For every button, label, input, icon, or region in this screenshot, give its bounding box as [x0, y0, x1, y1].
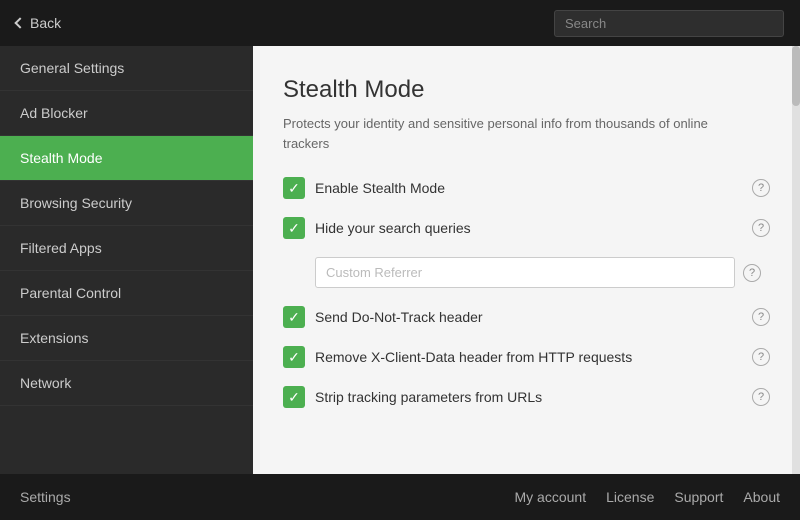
- checkbox-remove-xclient[interactable]: ✓: [283, 346, 305, 368]
- sidebar-item-filtered-apps[interactable]: Filtered Apps: [0, 226, 253, 271]
- option-label-remove-xclient: Remove X-Client-Data header from HTTP re…: [315, 349, 742, 365]
- content-area: Stealth Mode Protects your identity and …: [253, 46, 800, 474]
- sidebar-item-parental-control[interactable]: Parental Control: [0, 271, 253, 316]
- footer-link-license[interactable]: License: [606, 489, 654, 505]
- footer-settings-label: Settings: [20, 489, 71, 505]
- sidebar: General Settings Ad Blocker Stealth Mode…: [0, 46, 253, 474]
- scrollbar-track: [792, 46, 800, 474]
- help-icon-strip-tracking[interactable]: ?: [752, 388, 770, 406]
- checkbox-strip-tracking[interactable]: ✓: [283, 386, 305, 408]
- option-strip-tracking: ✓ Strip tracking parameters from URLs ?: [283, 386, 770, 408]
- footer: Settings My account License Support Abou…: [0, 474, 800, 520]
- checkmark-icon: ✓: [288, 390, 300, 404]
- custom-referrer-row: ?: [315, 257, 770, 288]
- checkmark-icon: ✓: [288, 310, 300, 324]
- help-icon-custom-referrer[interactable]: ?: [743, 264, 761, 282]
- option-label-send-dnt: Send Do-Not-Track header: [315, 309, 742, 325]
- checkmark-icon: ✓: [288, 181, 300, 195]
- sidebar-item-ad-blocker[interactable]: Ad Blocker: [0, 91, 253, 136]
- help-icon-hide-search[interactable]: ?: [752, 219, 770, 237]
- help-icon-remove-xclient[interactable]: ?: [752, 348, 770, 366]
- checkmark-icon: ✓: [288, 350, 300, 364]
- page-title: Stealth Mode: [283, 76, 770, 104]
- checkbox-enable-stealth[interactable]: ✓: [283, 177, 305, 199]
- sidebar-item-general-settings[interactable]: General Settings: [0, 46, 253, 91]
- sidebar-item-extensions[interactable]: Extensions: [0, 316, 253, 361]
- sidebar-item-network[interactable]: Network: [0, 361, 253, 406]
- back-label: Back: [30, 15, 61, 31]
- option-send-dnt: ✓ Send Do-Not-Track header ?: [283, 306, 770, 328]
- help-icon-enable-stealth[interactable]: ?: [752, 179, 770, 197]
- main-area: General Settings Ad Blocker Stealth Mode…: [0, 46, 800, 474]
- checkmark-icon: ✓: [288, 221, 300, 235]
- option-remove-xclient: ✓ Remove X-Client-Data header from HTTP …: [283, 346, 770, 368]
- back-arrow-icon: [14, 17, 25, 28]
- checkbox-hide-search[interactable]: ✓: [283, 217, 305, 239]
- sidebar-item-stealth-mode[interactable]: Stealth Mode: [0, 136, 253, 181]
- top-bar: Back: [0, 0, 800, 46]
- option-hide-search: ✓ Hide your search queries ?: [283, 217, 770, 239]
- footer-link-support[interactable]: Support: [674, 489, 723, 505]
- footer-link-my-account[interactable]: My account: [515, 489, 587, 505]
- option-label-strip-tracking: Strip tracking parameters from URLs: [315, 389, 742, 405]
- footer-links: My account License Support About: [515, 489, 781, 505]
- option-label-enable-stealth: Enable Stealth Mode: [315, 180, 742, 196]
- search-input[interactable]: [554, 10, 784, 37]
- help-icon-send-dnt[interactable]: ?: [752, 308, 770, 326]
- page-subtitle: Protects your identity and sensitive per…: [283, 114, 743, 153]
- back-button[interactable]: Back: [16, 15, 61, 31]
- footer-link-about[interactable]: About: [743, 489, 780, 505]
- custom-referrer-input[interactable]: [315, 257, 735, 288]
- option-label-hide-search: Hide your search queries: [315, 220, 742, 236]
- scrollbar-thumb[interactable]: [792, 46, 800, 106]
- option-enable-stealth: ✓ Enable Stealth Mode ?: [283, 177, 770, 199]
- checkbox-send-dnt[interactable]: ✓: [283, 306, 305, 328]
- sidebar-item-browsing-security[interactable]: Browsing Security: [0, 181, 253, 226]
